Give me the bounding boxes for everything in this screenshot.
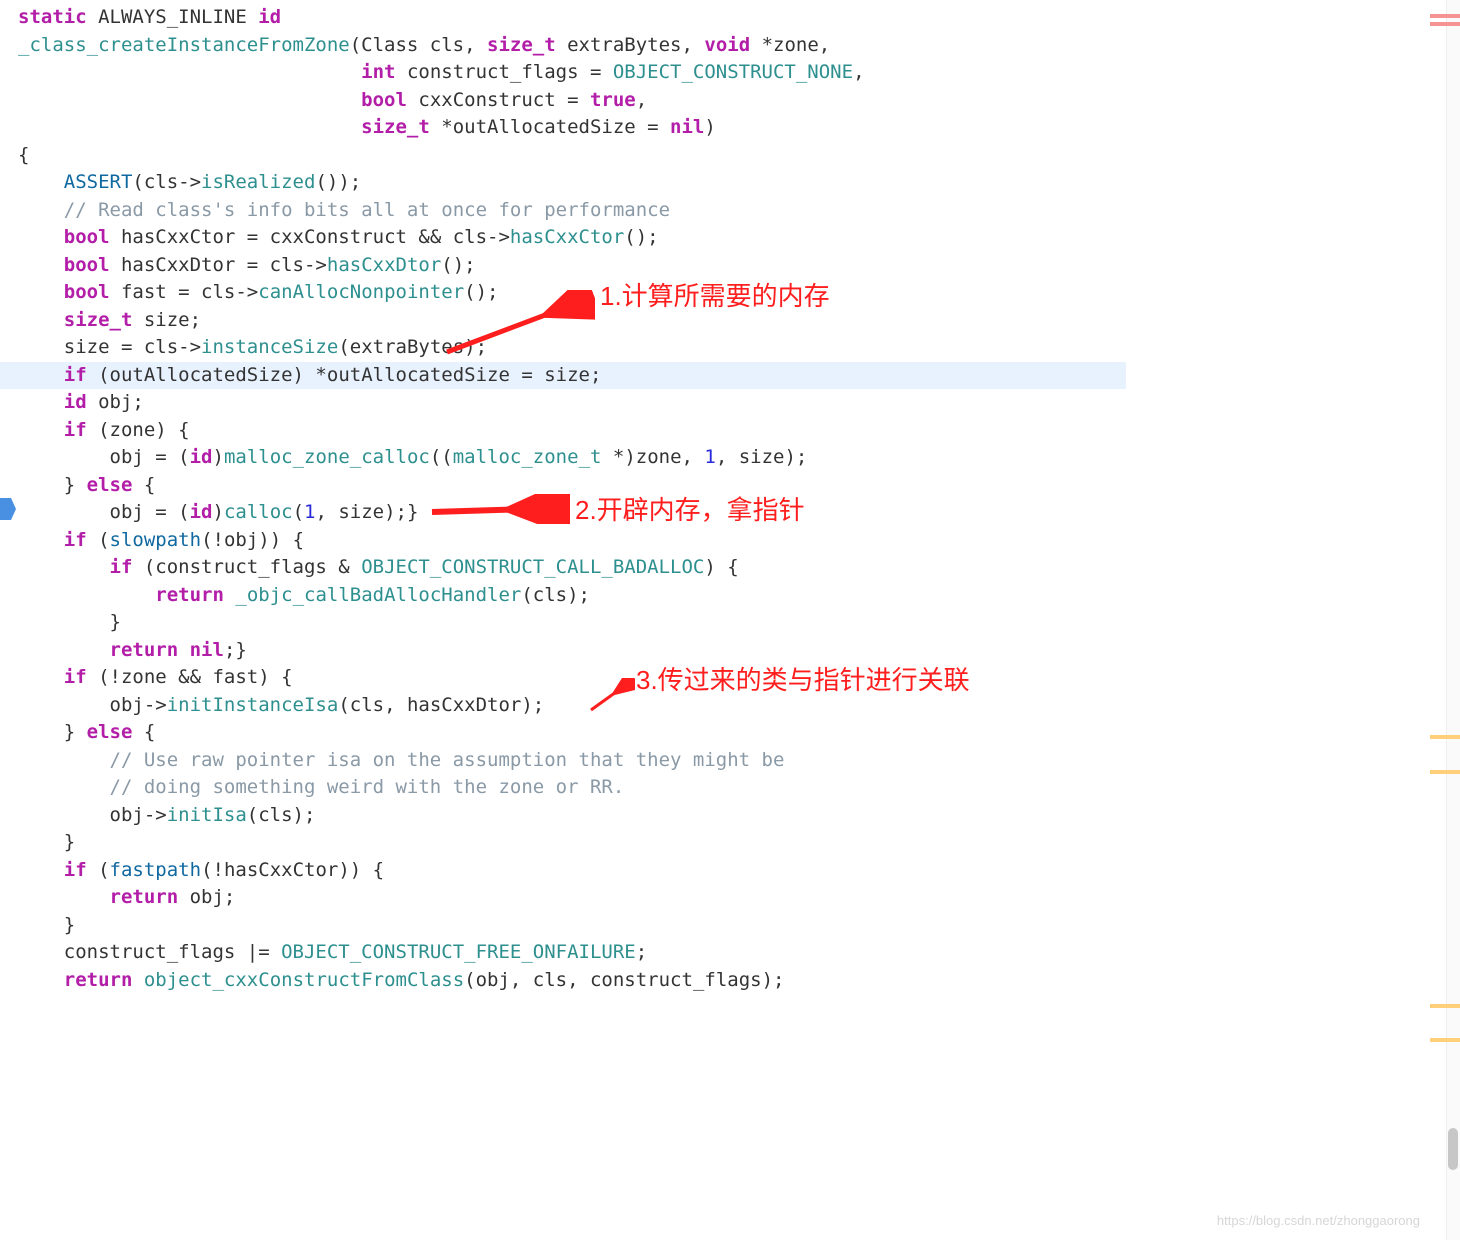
code-line: size_t size; xyxy=(0,307,1126,335)
code-line: obj = (id)calloc(1, size);} xyxy=(0,499,1126,527)
code-line: bool cxxConstruct = true, xyxy=(0,87,1126,115)
code-line: } xyxy=(0,829,1126,857)
code-line: return nil;} xyxy=(0,637,1126,665)
code-line: bool fast = cls->canAllocNonpointer(); xyxy=(0,279,1126,307)
code-line: { xyxy=(0,142,1126,170)
code-line: } xyxy=(0,912,1126,940)
scrollbar-thumb[interactable] xyxy=(1448,1128,1458,1170)
vertical-scrollbar[interactable] xyxy=(1446,0,1460,1240)
code-line: obj = (id)malloc_zone_calloc((malloc_zon… xyxy=(0,444,1126,472)
code-line: // doing something weird with the zone o… xyxy=(0,774,1126,802)
code-line: return object_cxxConstructFromClass(obj,… xyxy=(0,967,1126,995)
code-line: if (!zone && fast) { xyxy=(0,664,1126,692)
minimap-marker[interactable] xyxy=(1430,1038,1460,1042)
code-line: size = cls->instanceSize(extraBytes); xyxy=(0,334,1126,362)
code-line: if (slowpath(!obj)) { xyxy=(0,527,1126,555)
code-line: if (fastpath(!hasCxxCtor)) { xyxy=(0,857,1126,885)
code-line: } else { xyxy=(0,719,1126,747)
code-line: obj->initIsa(cls); xyxy=(0,802,1126,830)
code-line-highlighted: if (outAllocatedSize) *outAllocatedSize … xyxy=(0,362,1126,390)
watermark-text: https://blog.csdn.net/zhonggaorong xyxy=(1217,1213,1420,1228)
code-line: static ALWAYS_INLINE id xyxy=(0,4,1126,32)
code-line: return obj; xyxy=(0,884,1126,912)
code-line: obj->initInstanceIsa(cls, hasCxxDtor); xyxy=(0,692,1126,720)
minimap-marker[interactable] xyxy=(1430,22,1460,26)
code-line: // Read class's info bits all at once fo… xyxy=(0,197,1126,225)
code-line: int construct_flags = OBJECT_CONSTRUCT_N… xyxy=(0,59,1126,87)
minimap-marker[interactable] xyxy=(1430,14,1460,18)
code-line: id obj; xyxy=(0,389,1126,417)
code-line: bool hasCxxDtor = cls->hasCxxDtor(); xyxy=(0,252,1126,280)
code-line: // Use raw pointer isa on the assumption… xyxy=(0,747,1126,775)
code-line: } xyxy=(0,609,1126,637)
code-line: return _objc_callBadAllocHandler(cls); xyxy=(0,582,1126,610)
code-line: } else { xyxy=(0,472,1126,500)
code-line: _class_createInstanceFromZone(Class cls,… xyxy=(0,32,1126,60)
code-editor[interactable]: static ALWAYS_INLINE id _class_createIns… xyxy=(0,0,1126,1240)
code-line: ASSERT(cls->isRealized()); xyxy=(0,169,1126,197)
code-line: construct_flags |= OBJECT_CONSTRUCT_FREE… xyxy=(0,939,1126,967)
code-line: if (construct_flags & OBJECT_CONSTRUCT_C… xyxy=(0,554,1126,582)
minimap-marker[interactable] xyxy=(1430,770,1460,774)
code-line: if (zone) { xyxy=(0,417,1126,445)
breakpoint-marker-icon[interactable] xyxy=(0,496,16,522)
minimap-marker[interactable] xyxy=(1430,735,1460,739)
code-line: bool hasCxxCtor = cxxConstruct && cls->h… xyxy=(0,224,1126,252)
code-line: size_t *outAllocatedSize = nil) xyxy=(0,114,1126,142)
minimap-marker[interactable] xyxy=(1430,1004,1460,1008)
